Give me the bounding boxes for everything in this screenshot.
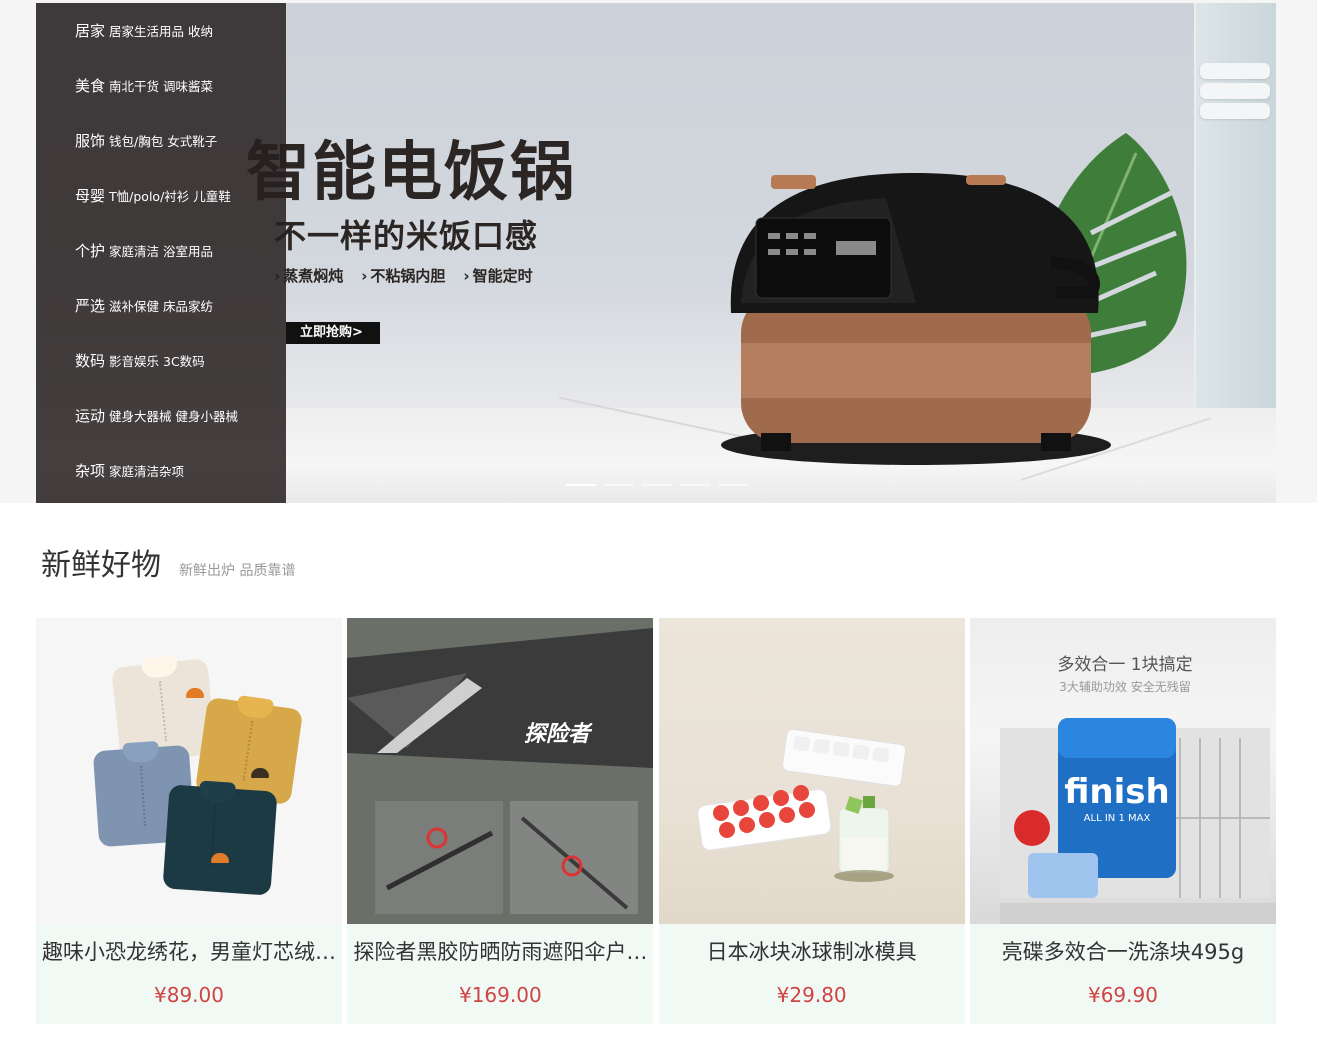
carousel-dot[interactable]: [680, 484, 710, 486]
product-price: ¥29.80: [776, 983, 847, 1007]
product-price: ¥169.00: [458, 983, 542, 1007]
product-price: ¥69.90: [1087, 983, 1158, 1007]
category-item[interactable]: 居家 居家生活用品 收纳: [36, 3, 286, 58]
product-image[interactable]: 探险者: [347, 618, 654, 924]
category-menu: 居家 居家生活用品 收纳 美食 南北干货 调味酱菜 服饰 钱包/胸包 女式靴子 …: [36, 3, 286, 503]
category-sub[interactable]: 滋补保健 床品家纺: [109, 296, 213, 315]
product-name[interactable]: 探险者黑胶防晒防雨遮阳伞户…: [347, 924, 653, 980]
category-sub[interactable]: 南北干货 调味酱菜: [109, 76, 213, 95]
section-header: 新鲜好物 新鲜出炉 品质靠谱: [41, 540, 295, 584]
product-card[interactable]: 多效合一 1块搞定 3大辅助功效 安全无残留 finish ALL IN 1 M…: [969, 618, 1276, 1024]
image-headline: 多效合一 1块搞定: [1057, 655, 1192, 675]
product-card[interactable]: 探险者 探险者黑胶防晒防雨遮阳伞户… ¥169.00: [347, 618, 654, 1024]
category-item[interactable]: 服饰 钱包/胸包 女式靴子: [36, 113, 286, 168]
bathroom-window: [1194, 3, 1276, 408]
category-item[interactable]: 杂项 家庭清洁杂项: [36, 443, 286, 498]
banner-feature: 智能定时: [463, 265, 533, 286]
banner-subtitle: 不一样的米饭口感: [274, 217, 539, 255]
banner-features: 蒸煮焖炖 不粘锅内胆 智能定时: [274, 265, 533, 286]
carousel-dot[interactable]: [604, 484, 634, 486]
category-sub[interactable]: T恤/polo/衬衫 儿童鞋: [109, 186, 231, 205]
category-name[interactable]: 杂项: [75, 460, 105, 481]
category-sub[interactable]: 钱包/胸包 女式靴子: [109, 131, 217, 150]
product-image[interactable]: [36, 618, 342, 924]
product-list: 趣味小恐龙绣花，男童灯芯绒… ¥89.00 探险者 探险者黑胶防晒防雨遮阳伞户……: [36, 618, 1276, 1024]
category-item[interactable]: 美食 南北干货 调味酱菜: [36, 58, 286, 113]
category-name[interactable]: 居家: [75, 20, 105, 41]
category-sub[interactable]: 家庭清洁 浴室用品: [109, 241, 213, 260]
product-image[interactable]: [658, 618, 965, 924]
section-title: 新鲜好物: [41, 548, 161, 583]
category-item[interactable]: 运动 健身大器械 健身小器械: [36, 388, 286, 443]
image-subline: 3大辅助功效 安全无残留: [1059, 679, 1190, 694]
category-item[interactable]: 数码 影音娱乐 3C数码: [36, 333, 286, 388]
carousel-dot[interactable]: [566, 484, 596, 486]
product-card[interactable]: 趣味小恐龙绣花，男童灯芯绒… ¥89.00: [36, 618, 342, 1024]
category-name[interactable]: 数码: [75, 350, 105, 371]
product-image[interactable]: 多效合一 1块搞定 3大辅助功效 安全无残留 finish ALL IN 1 M…: [969, 618, 1276, 924]
brand-tag: ALL IN 1 MAX: [1084, 813, 1151, 824]
product-name[interactable]: 亮碟多效合一洗涤块495g: [970, 924, 1276, 980]
section-subtitle: 新鲜出炉 品质靠谱: [179, 563, 296, 579]
finish-brand-logo: finish: [1064, 772, 1170, 812]
banner-title: 智能电饭锅: [246, 136, 576, 210]
product-name[interactable]: 日本冰块冰球制冰模具: [659, 924, 965, 980]
carousel-dot[interactable]: [718, 484, 748, 486]
category-name[interactable]: 美食: [75, 75, 105, 96]
category-sub[interactable]: 影音娱乐 3C数码: [109, 351, 205, 370]
category-item[interactable]: 个护 家庭清洁 浴室用品: [36, 223, 286, 278]
carousel-indicators: [566, 484, 748, 486]
rice-cooker-image: [721, 173, 1111, 465]
category-sub[interactable]: 居家生活用品 收纳: [109, 21, 213, 40]
product-name[interactable]: 趣味小恐龙绣花，男童灯芯绒…: [36, 924, 342, 980]
category-item[interactable]: 母婴 T恤/polo/衬衫 儿童鞋: [36, 168, 286, 223]
ice-mold-image: [696, 728, 906, 882]
category-sub[interactable]: 家庭清洁杂项: [109, 461, 184, 480]
banner-feature: 不粘锅内胆: [361, 265, 445, 286]
product-card[interactable]: 日本冰块冰球制冰模具 ¥29.80: [658, 618, 965, 1024]
category-name[interactable]: 个护: [75, 240, 105, 261]
carousel-dot[interactable]: [642, 484, 672, 486]
category-name[interactable]: 严选: [75, 295, 105, 316]
category-name[interactable]: 母婴: [75, 185, 105, 206]
umbrella-image: 探险者: [347, 618, 654, 924]
dishwasher-tablet-image: 多效合一 1块搞定 3大辅助功效 安全无残留 finish ALL IN 1 M…: [999, 655, 1276, 924]
buy-now-button[interactable]: 立即抢购>: [286, 322, 380, 344]
umbrella-print: 探险者: [524, 721, 593, 747]
category-sub[interactable]: 健身大器械 健身小器械: [109, 406, 238, 425]
category-name[interactable]: 运动: [75, 405, 105, 426]
product-price: ¥89.00: [154, 983, 224, 1007]
category-item[interactable]: 严选 滋补保健 床品家纺: [36, 278, 286, 333]
category-name[interactable]: 服饰: [75, 130, 105, 151]
